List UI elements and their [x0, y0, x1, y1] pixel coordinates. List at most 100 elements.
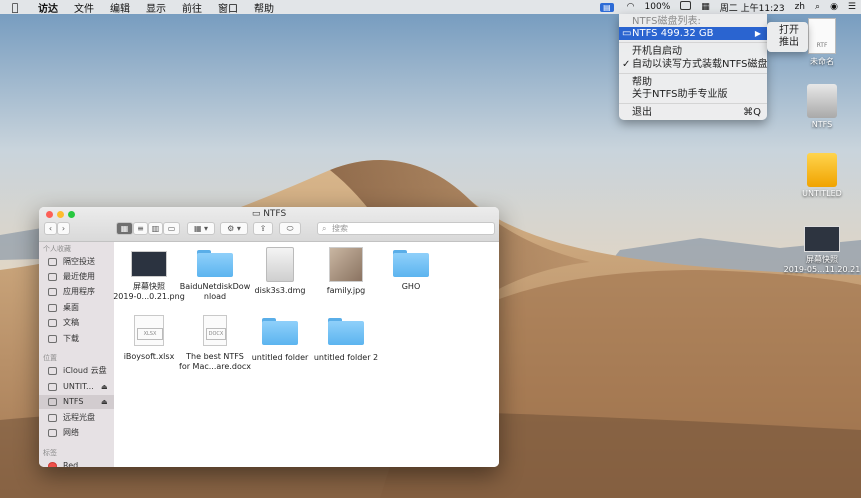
desktop-icon-untitled-drive[interactable]: UNTITLED [787, 153, 857, 198]
finder-toolbar: ▭ NTFS ‹ › ▦ ≡ ▥ ▭ ▦ ▾ ⚙ ▾ ⇪ ⬭ ⌕ 搜索 [39, 207, 499, 242]
spotlight-search-icon[interactable]: ⌕ [810, 2, 825, 12]
menu-edit[interactable]: 编辑 [102, 0, 138, 15]
sidebar-item-recents[interactable]: 最近使用 [39, 270, 114, 284]
battery-icon[interactable] [675, 1, 696, 13]
forward-button[interactable]: › [57, 222, 70, 235]
sidebar-header-locations: 位置 [43, 354, 57, 362]
icon-view-button[interactable]: ▦ [116, 222, 133, 235]
menu-go[interactable]: 前往 [174, 0, 210, 15]
folder-icon [393, 250, 429, 277]
action-gear-button[interactable]: ⚙ ▾ [220, 222, 248, 235]
file-item-docx[interactable]: DOCX The best NTFS for Mac...are.docx [179, 315, 251, 372]
ntfs-assistant-status-icon[interactable]: ▤ [592, 2, 622, 13]
sidebar-item-downloads[interactable]: 下载 [39, 332, 114, 346]
menu-window[interactable]: 窗口 [210, 0, 246, 15]
red-tag-icon [48, 462, 57, 467]
menu-app-name[interactable]: 访达 [30, 0, 66, 15]
menu-item-auto-mount[interactable]: ✓ 自动以读写方式装载NTFS磁盘 [619, 58, 768, 71]
quit-shortcut: ⌘Q [743, 107, 761, 118]
external-drive-icon [807, 153, 837, 187]
file-item-xlsx[interactable]: XLSX iBoysoft.xlsx [113, 315, 185, 362]
submenu-arrow-icon: ▶ [754, 29, 761, 38]
file-name: disk3s3.dmg [254, 286, 306, 295]
sidebar-item-icloud[interactable]: iCloud 云盘 [39, 364, 114, 378]
rtf-document-icon: RTF [808, 18, 836, 54]
menu-item-about[interactable]: 关于NTFS助手专业版 [619, 88, 767, 101]
file-item-baidunetdisk-folder[interactable]: BaiduNetdiskDow nload [179, 247, 251, 302]
group-by-button[interactable]: ▦ ▾ [187, 222, 215, 235]
file-browser-content: 屏幕快照 2019-0...0.21.png BaiduNetdiskDow n… [113, 242, 499, 467]
apple-menu-icon[interactable]:  [0, 1, 30, 14]
ntfs-assistant-menu: NTFS磁盘列表: ▭ NTFS 499.32 GB ▶ 开机自启动 ✓ 自动以… [619, 14, 768, 120]
battery-percent[interactable]: 100% [640, 2, 676, 12]
list-view-button[interactable]: ≡ [133, 222, 148, 235]
search-input[interactable]: ⌕ 搜索 [317, 222, 495, 235]
desktop-icon-label: 未命名 [810, 57, 834, 66]
sidebar-item-network[interactable]: 网络 [39, 426, 114, 440]
share-button[interactable]: ⇪ [253, 222, 273, 235]
desktop-icon-label: NTFS [811, 120, 833, 129]
sidebar-item-applications[interactable]: 应用程序 [39, 285, 114, 299]
column-view-button[interactable]: ▥ [148, 222, 163, 235]
menu-view[interactable]: 显示 [138, 0, 174, 15]
notification-center-icon[interactable]: ☰ [843, 2, 861, 12]
download-icon [48, 335, 57, 343]
file-name: family.jpg [326, 286, 366, 295]
menu-item-quit[interactable]: 退出 ⌘Q [619, 106, 767, 119]
disk-image-icon [266, 247, 294, 282]
screenshot-thumbnail-icon [131, 251, 167, 277]
back-button[interactable]: ‹ [44, 222, 57, 235]
submenu-eject[interactable]: 推出 [779, 37, 799, 49]
cloud-icon [48, 367, 57, 375]
file-item-family-photo[interactable]: family.jpg [310, 247, 382, 296]
drive-icon: ▭ [251, 209, 261, 219]
drive-icon: ▭ [622, 28, 632, 39]
photo-thumbnail-icon [329, 247, 363, 282]
keyboard-icon[interactable]: ▦ [696, 2, 715, 12]
globe-icon [48, 429, 57, 437]
menu-file[interactable]: 文件 [66, 0, 102, 15]
folder-icon [197, 250, 233, 277]
checkmark-icon: ✓ [622, 59, 631, 70]
file-item-screenshot[interactable]: 屏幕快照 2019-0...0.21.png [113, 247, 185, 302]
eject-icon[interactable]: ⏏ [101, 395, 108, 409]
input-method[interactable]: zh [790, 2, 810, 12]
sidebar-item-documents[interactable]: 文稿 [39, 316, 114, 330]
sidebar-item-remote-disc[interactable]: 远程光盘 [39, 411, 114, 425]
submenu-open[interactable]: 打开 [779, 25, 799, 37]
sidebar-item-airdrop[interactable]: 隔空投送 [39, 255, 114, 269]
screenshot-thumbnail-icon [804, 226, 840, 252]
tags-button[interactable]: ⬭ [279, 222, 301, 235]
file-item-untitled-folder[interactable]: untitled folder [244, 315, 316, 363]
file-name: GHO [401, 282, 421, 291]
menu-help[interactable]: 帮助 [246, 0, 282, 15]
clock-icon [48, 273, 57, 281]
menu-bar-status-area: ▤ ◠ 100% ▦ 周二 上午11:23 zh ⌕ ◉ ☰ [592, 0, 861, 14]
file-name: untitled folder 2 [313, 353, 379, 362]
folder-icon [328, 318, 364, 345]
eject-icon[interactable]: ⏏ [101, 380, 108, 394]
sidebar-item-ntfs[interactable]: NTFS ⏏ [39, 395, 114, 409]
desktop-icon-label: 屏幕快照 2019-05...11.20.21 [783, 255, 861, 274]
sidebar-item-untitled[interactable]: UNTIT... ⏏ [39, 380, 114, 394]
disc-icon [48, 414, 57, 422]
sidebar-header-favorites: 个人收藏 [43, 245, 71, 253]
file-name: 屏幕快照 2019-0...0.21.png [113, 282, 185, 301]
siri-icon[interactable]: ◉ [825, 2, 843, 12]
menu-item-ntfs-disk[interactable]: ▭ NTFS 499.32 GB ▶ [619, 27, 767, 40]
menu-item-launch-at-login[interactable]: 开机自启动 [619, 45, 767, 58]
file-item-disk-image[interactable]: disk3s3.dmg [244, 247, 316, 296]
folder-icon [262, 318, 298, 345]
file-item-untitled-folder-2[interactable]: untitled folder 2 [310, 315, 382, 363]
sidebar-item-desktop[interactable]: 桌面 [39, 301, 114, 315]
clock[interactable]: 周二 上午11:23 [715, 1, 790, 14]
gallery-view-button[interactable]: ▭ [163, 222, 180, 235]
file-item-gho-folder[interactable]: GHO [375, 247, 447, 292]
sidebar-item-tag-red[interactable]: Red [39, 459, 114, 467]
file-name: The best NTFS for Mac...are.docx [179, 352, 251, 371]
word-document-icon: DOCX [203, 315, 227, 346]
desktop-icon-ntfs-drive[interactable]: NTFS [787, 84, 857, 129]
wifi-icon[interactable]: ◠ [622, 2, 640, 12]
spreadsheet-icon: XLSX [134, 315, 164, 346]
desktop-icon-screenshot[interactable]: 屏幕快照 2019-05...11.20.21 [782, 226, 861, 274]
